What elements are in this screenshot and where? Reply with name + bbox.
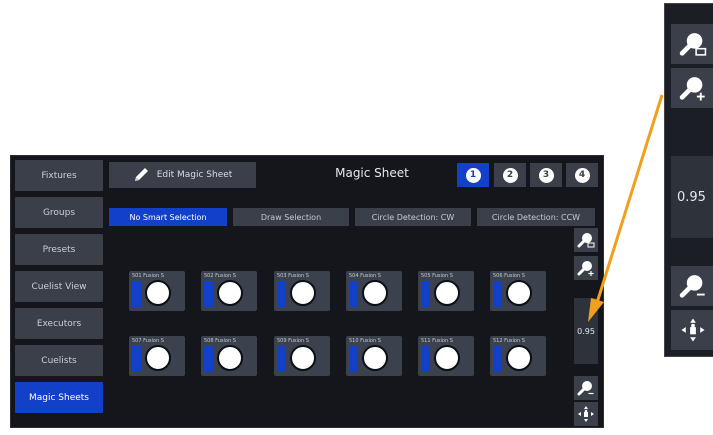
zoom-rail-callout: 0.95 xyxy=(664,3,713,357)
zoom-in-icon xyxy=(679,77,705,101)
pan-button[interactable] xyxy=(671,310,713,350)
zoom-fit-button[interactable] xyxy=(671,24,713,64)
zoom-level-readout: 0.95 xyxy=(671,156,713,238)
pan-icon xyxy=(680,318,705,342)
zoom-in-button[interactable] xyxy=(671,68,713,108)
zoom-out-icon xyxy=(679,275,705,298)
callout-arrow-icon xyxy=(588,94,664,322)
zoom-fit-icon xyxy=(679,33,706,56)
zoom-out-button[interactable] xyxy=(671,266,713,306)
